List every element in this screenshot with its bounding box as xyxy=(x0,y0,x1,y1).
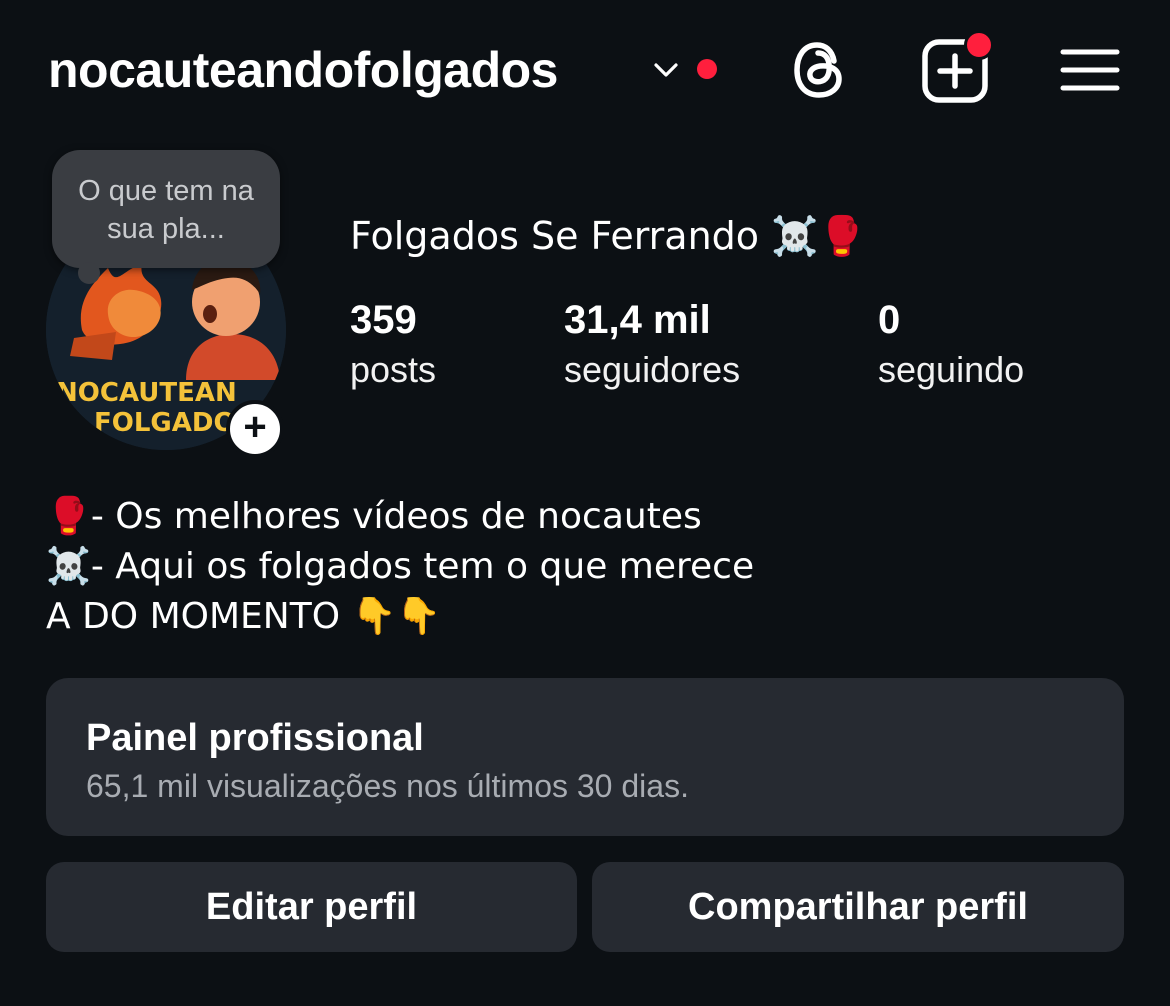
stat-following[interactable]: 0 seguindo xyxy=(878,296,1024,396)
bio-line: A DO MOMENTO 👇👇 xyxy=(46,596,442,637)
following-label: seguindo xyxy=(878,349,1025,390)
posts-label: posts xyxy=(350,349,437,390)
add-story-button[interactable]: + xyxy=(226,400,284,458)
note-text: O que tem na sua pla... xyxy=(78,175,254,245)
professional-dashboard-card[interactable]: Painel profissional 65,1 mil visualizaçõ… xyxy=(46,678,1124,836)
followers-label: seguidores xyxy=(564,349,741,390)
edit-profile-button[interactable]: Editar perfil xyxy=(46,862,577,952)
chevron-down-icon[interactable] xyxy=(651,58,681,82)
posts-count: 359 xyxy=(350,298,417,342)
share-profile-button[interactable]: Compartilhar perfil xyxy=(592,862,1124,952)
menu-icon[interactable] xyxy=(1060,46,1120,94)
bio: 🥊- Os melhores vídeos de nocautes ☠️- Aq… xyxy=(46,492,754,642)
account-username[interactable]: nocauteandofolgados xyxy=(48,40,558,100)
stat-posts[interactable]: 359 posts xyxy=(350,296,436,396)
note-bubble[interactable]: O que tem na sua pla... xyxy=(52,150,280,268)
new-post-notification-dot xyxy=(964,30,994,60)
top-bar: nocauteandofolgados xyxy=(0,0,1170,140)
bio-line: 🥊- Os melhores vídeos de nocautes xyxy=(46,496,702,537)
dashboard-title: Painel profissional xyxy=(86,717,424,759)
display-name: Folgados Se Ferrando ☠️🥊 xyxy=(350,214,866,258)
notification-dot xyxy=(697,59,717,79)
dashboard-subtitle: 65,1 mil visualizações nos últimos 30 di… xyxy=(86,768,689,804)
stat-followers[interactable]: 31,4 mil seguidores xyxy=(564,296,740,396)
followers-count: 31,4 mil xyxy=(564,298,711,342)
note-bubble-tail xyxy=(78,262,100,284)
bio-line: ☠️- Aqui os folgados tem o que merece xyxy=(46,546,755,587)
threads-icon[interactable] xyxy=(789,38,849,102)
following-count: 0 xyxy=(878,298,901,342)
